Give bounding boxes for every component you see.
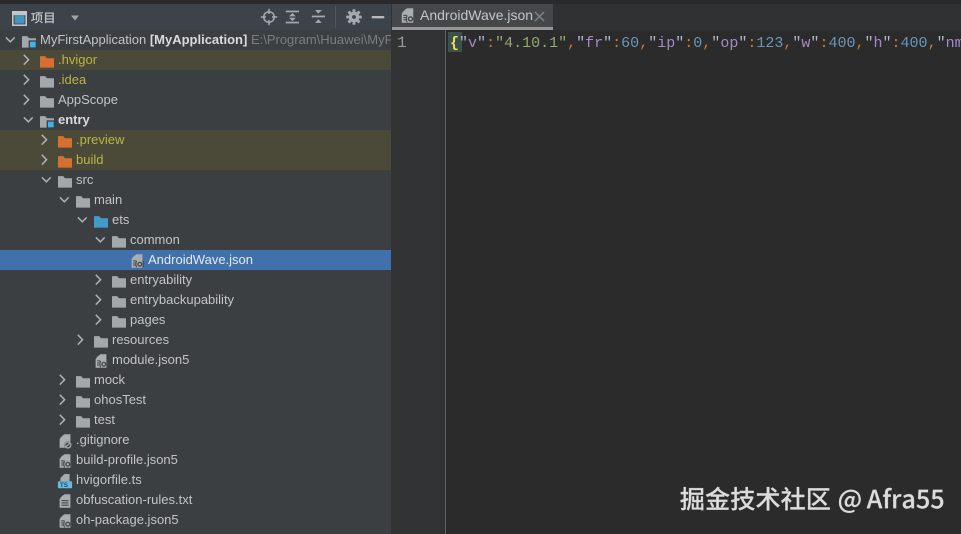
- svg-text:TS: TS: [60, 482, 69, 489]
